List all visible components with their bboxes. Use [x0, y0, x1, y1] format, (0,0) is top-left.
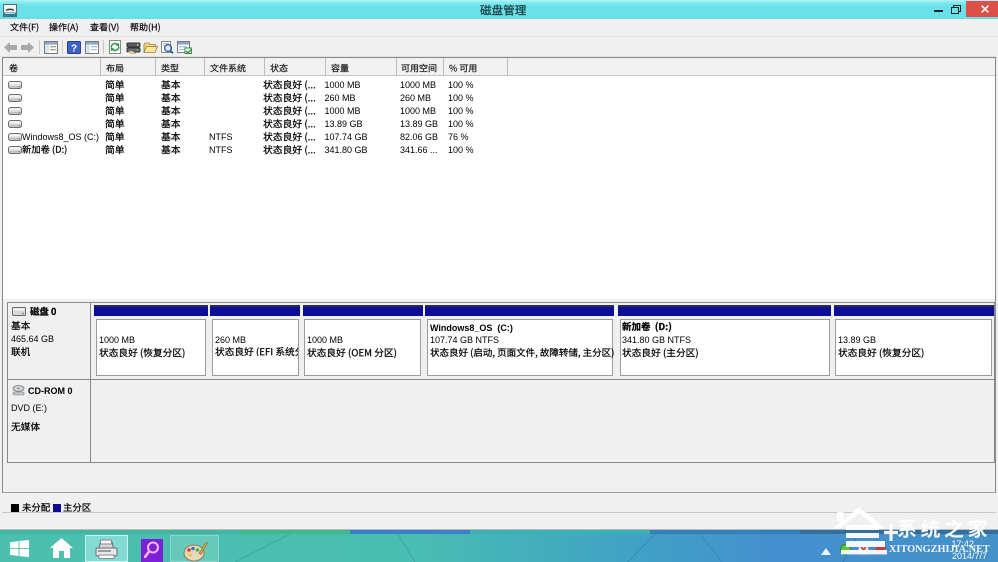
svg-text:?: ? — [71, 44, 77, 55]
